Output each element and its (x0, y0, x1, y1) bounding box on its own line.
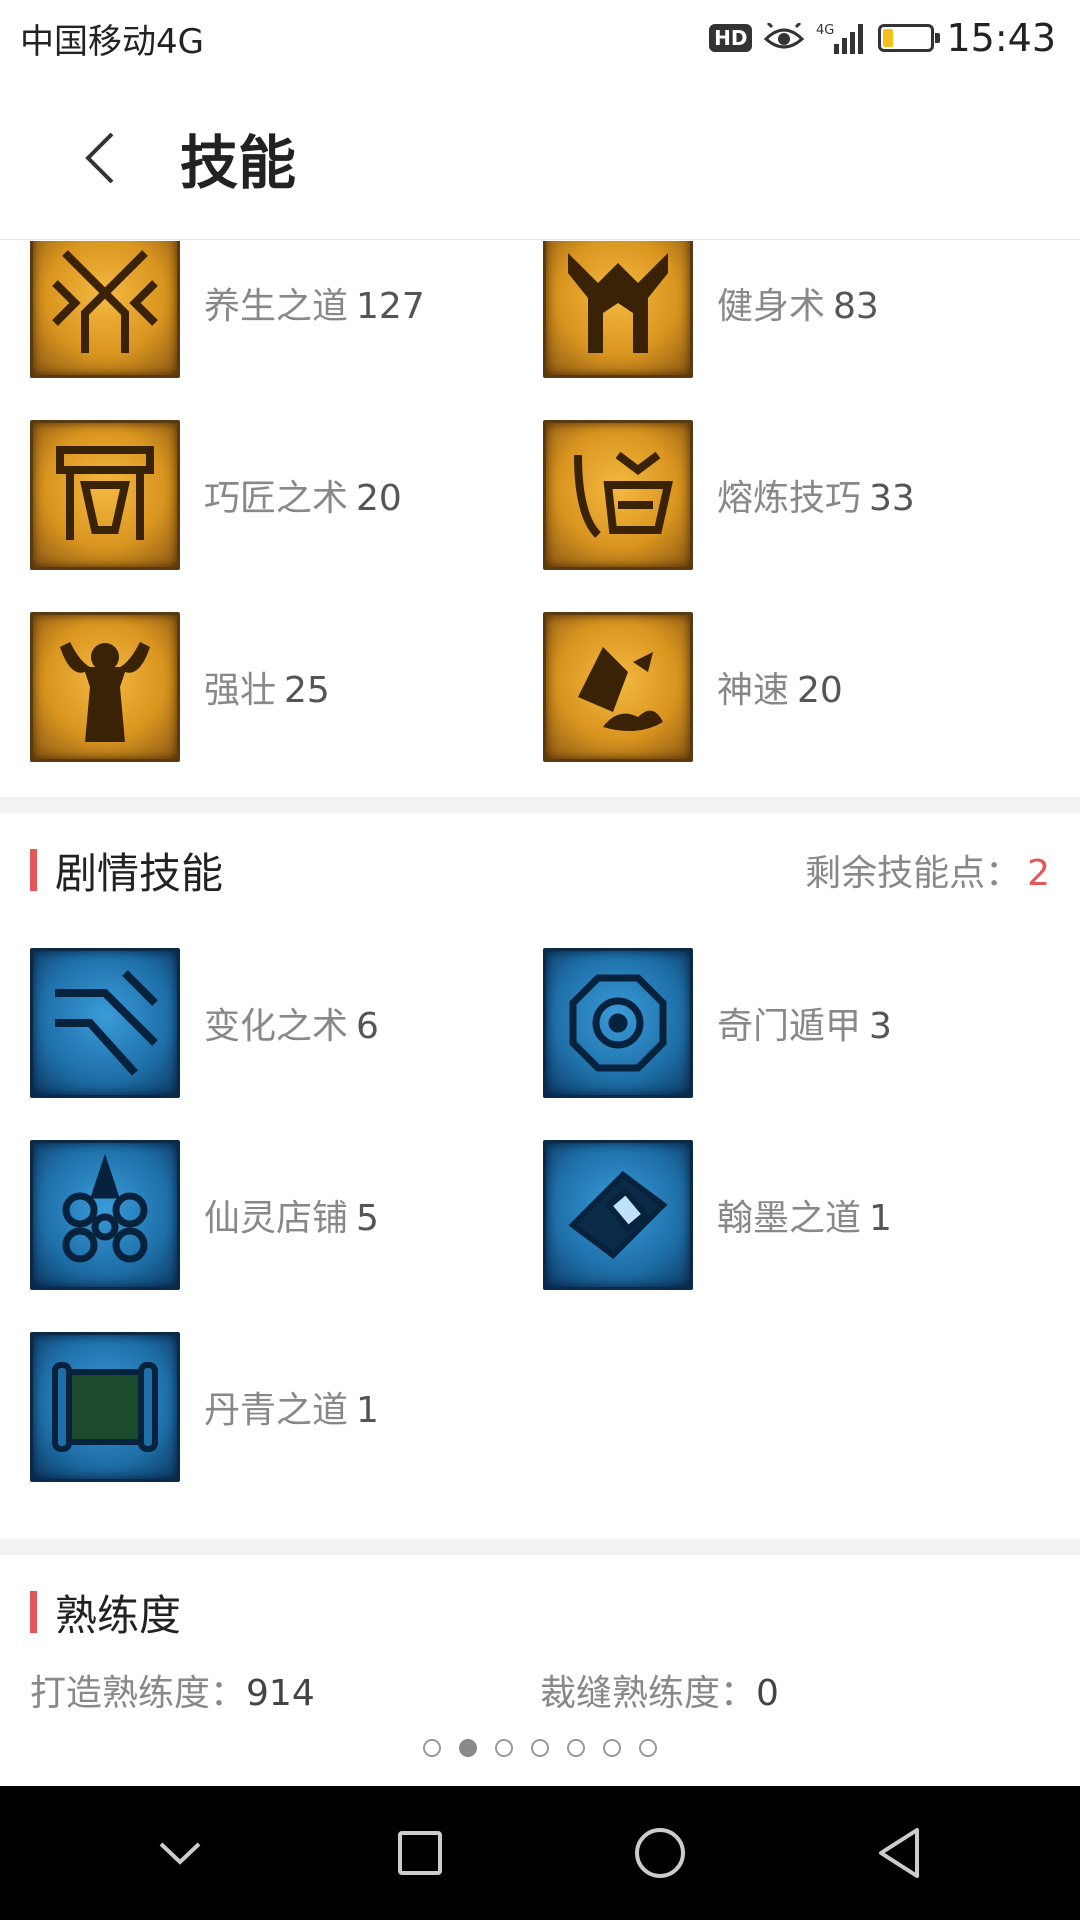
circle-icon (635, 1828, 685, 1878)
proficiency-value: 0 (756, 1673, 779, 1714)
craftsman-skill-icon (30, 420, 180, 570)
nav-hide-button[interactable] (135, 1808, 225, 1898)
battery-icon (878, 24, 941, 52)
skill-name: 健身术 (717, 286, 826, 327)
page-dot[interactable] (639, 1739, 657, 1757)
system-nav-bar (0, 1786, 1080, 1920)
skill-level: 83 (833, 286, 879, 327)
skills-content: 养生之道 127 健身术 83 巧匠之术 20 熔炼技巧 33 强壮 25 神速… (0, 241, 1080, 1786)
skill-level: 20 (797, 670, 843, 711)
skill-level: 3 (869, 1006, 892, 1047)
health-skill-icon (30, 241, 180, 378)
nav-recents-button[interactable] (375, 1808, 465, 1898)
forging-proficiency: 打造熟练度：914 (30, 1664, 540, 1716)
proficiency-title: 熟练度 (55, 1590, 182, 1640)
status-bar: 中国移动4G HD 4G 15:43 (0, 0, 1080, 76)
app-header: 技能 (0, 76, 1080, 240)
tailoring-proficiency: 裁缝熟练度：0 (540, 1664, 1050, 1716)
page-dot[interactable] (459, 1739, 477, 1757)
skill-level: 1 (356, 1390, 379, 1431)
skill-item[interactable]: 仙灵店铺 5 (30, 1119, 543, 1311)
skill-name: 强壮 (204, 670, 277, 711)
nav-home-button[interactable] (615, 1808, 705, 1898)
skill-item[interactable]: 强壮 25 (30, 591, 543, 783)
skill-item[interactable]: 巧匠之术 20 (30, 399, 543, 591)
eye-comfort-icon (764, 23, 805, 49)
qimen-skill-icon (543, 948, 693, 1098)
life-skills-grid: 养生之道 127 健身术 83 巧匠之术 20 熔炼技巧 33 强壮 25 神速… (0, 241, 1080, 783)
page-title: 技能 (180, 128, 297, 197)
skill-level: 6 (356, 1006, 379, 1047)
skill-name: 仙灵店铺 (204, 1198, 349, 1239)
clock: 15:43 (946, 16, 1056, 60)
fitness-skill-icon (543, 241, 693, 378)
strength-skill-icon (30, 612, 180, 762)
skill-item[interactable]: 丹青之道 1 (30, 1311, 543, 1503)
skill-name: 丹青之道 (204, 1390, 349, 1431)
proficiency-label: 打造熟练度： (30, 1673, 247, 1714)
carrier-label: 中国移动4G (20, 21, 204, 62)
skill-points-value: 2 (1027, 853, 1050, 894)
chevron-left-icon (85, 132, 114, 183)
proficiency-row: 打造熟练度：914 裁缝熟练度：0 (0, 1645, 1080, 1735)
skill-name: 熔炼技巧 (717, 478, 862, 519)
battery-level (883, 29, 894, 47)
skill-name: 养生之道 (204, 286, 349, 327)
fairy-shop-skill-icon (30, 1140, 180, 1290)
story-skills-grid: 变化之术 6 奇门遁甲 3 仙灵店铺 5 翰墨之道 1 丹青之道 1 (0, 927, 1080, 1503)
page-dot[interactable] (567, 1739, 585, 1757)
triangle-back-icon (879, 1828, 919, 1878)
section-divider (0, 797, 1080, 813)
speed-skill-icon (543, 612, 693, 762)
hd-icon: HD (709, 24, 753, 52)
smelting-skill-icon (543, 420, 693, 570)
nav-back-button[interactable] (855, 1808, 945, 1898)
skill-name: 神速 (717, 670, 790, 711)
skill-level: 20 (356, 478, 402, 519)
transformation-skill-icon (30, 948, 180, 1098)
page-dot[interactable] (495, 1739, 513, 1757)
page-dot[interactable] (531, 1739, 549, 1757)
section-accent-bar (30, 1591, 37, 1633)
section-divider (0, 1539, 1080, 1555)
page-dot[interactable] (423, 1739, 441, 1757)
skill-points-label: 剩余技能点： (805, 853, 1022, 894)
skill-item[interactable]: 健身术 83 (543, 241, 1056, 399)
section-accent-bar (30, 849, 37, 891)
story-skills-title: 剧情技能 (55, 848, 224, 898)
square-icon (398, 1831, 442, 1875)
proficiency-value: 914 (246, 1673, 315, 1714)
chevron-down-icon (159, 1842, 201, 1865)
skill-name: 翰墨之道 (717, 1198, 862, 1239)
skill-level: 25 (284, 670, 330, 711)
proficiency-label: 裁缝熟练度： (540, 1673, 757, 1714)
signal-icon: 4G (816, 23, 864, 54)
skill-level: 33 (869, 478, 915, 519)
page-dot[interactable] (603, 1739, 621, 1757)
skill-item[interactable]: 神速 20 (543, 591, 1056, 783)
skill-name: 变化之术 (204, 1006, 349, 1047)
page-indicator (0, 1735, 1080, 1757)
skill-item[interactable]: 奇门遁甲 3 (543, 927, 1056, 1119)
back-button[interactable] (40, 98, 160, 218)
status-icons: HD 4G 15:43 (709, 16, 1056, 60)
skill-item[interactable]: 熔炼技巧 33 (543, 399, 1056, 591)
skill-name: 奇门遁甲 (717, 1006, 862, 1047)
skill-name: 巧匠之术 (204, 478, 349, 519)
story-skills-header: 剧情技能 剩余技能点： 2 (0, 813, 1080, 927)
skill-level: 127 (356, 286, 425, 327)
skill-level: 5 (356, 1198, 379, 1239)
skill-level: 1 (869, 1198, 892, 1239)
skill-item[interactable]: 变化之术 6 (30, 927, 543, 1119)
skill-item[interactable]: 翰墨之道 1 (543, 1119, 1056, 1311)
skill-item[interactable]: 养生之道 127 (30, 241, 543, 399)
network-type-label: 4G (816, 23, 834, 38)
calligraphy-skill-icon (543, 1140, 693, 1290)
painting-skill-icon (30, 1332, 180, 1482)
